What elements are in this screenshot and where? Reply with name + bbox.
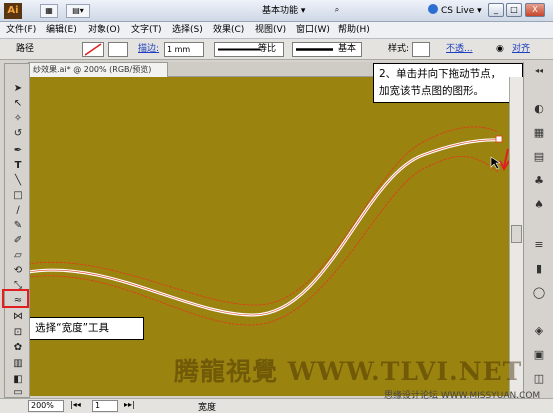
cs-live-icon (428, 4, 438, 14)
stroke-weight-field[interactable]: 1 mm (164, 42, 204, 57)
step2-line1: 2、单击并向下拖动节点， (379, 68, 502, 80)
width-tool-icon[interactable]: ⋈ (11, 310, 25, 323)
rectangle-tool-icon[interactable]: □ (11, 189, 25, 202)
selection-type-label: 路径 (16, 44, 35, 54)
cs-live-menu[interactable]: CS Live ▾ (428, 4, 482, 18)
menu-effect[interactable]: 效果(C) (213, 24, 244, 37)
opacity-link[interactable]: 不透... (446, 43, 473, 56)
tools-panel: ➤ ↖ ✧ ↺ ✒ T ╲ □ ∕ ✎ ✐ ▱ ⟲ ⤡ ≈ ⋈ ⊡ ✿ ▥ ◧ … (4, 63, 30, 398)
step1-callout: 1、选择“宽度”工具 (12, 317, 144, 340)
pencil-tool-icon[interactable]: ✎ (11, 219, 25, 232)
menu-help[interactable]: 帮助(H) (338, 24, 370, 37)
gradient-panel-icon[interactable]: ▮ (532, 262, 546, 276)
anchor-point (495, 135, 503, 143)
width-outline-path (28, 126, 499, 326)
swatches-panel-icon[interactable]: ▤ (532, 150, 546, 164)
step2-line2: 加宽该节点图的图形。 (379, 85, 484, 97)
cs-live-label: CS Live ▾ (441, 6, 482, 16)
brush-label: 基本 (338, 44, 357, 54)
zoom-field[interactable]: 200% (28, 400, 64, 412)
blob-brush-tool-icon[interactable]: ✐ (11, 234, 25, 247)
profile-label: 等比 (258, 44, 277, 54)
type-tool-icon[interactable]: T (11, 159, 25, 172)
menu-type[interactable]: 文字(T) (131, 24, 162, 37)
brushes-panel-icon[interactable]: ♣ (532, 174, 546, 188)
recolor-icon[interactable]: ◉ (496, 43, 504, 56)
pen-tool-icon[interactable]: ✒ (11, 144, 25, 157)
stroke-panel-icon[interactable]: ≡ (532, 238, 546, 252)
document-tab[interactable]: 纱效果.ai* @ 200% (RGB/预览) (28, 62, 168, 77)
app-logo: Ai (4, 3, 22, 19)
menu-edit[interactable]: 编辑(E) (46, 24, 77, 37)
control-bar: 路径 描边: 1 mm 等比 基本 样式: 不透... ◉ 对齐 (0, 39, 553, 60)
lasso-tool-icon[interactable]: ↺ (11, 127, 25, 140)
page-field[interactable]: 1 (92, 400, 118, 412)
collapsed-panels: ◂◂ ◐ ▦ ▤ ♣ ♠ ≡ ▮ ◯ ◈ ▣ ◫ (523, 62, 553, 398)
first-page-icon[interactable]: |◂◂ (70, 400, 81, 409)
artboard-canvas[interactable] (28, 77, 509, 396)
title-bar: Ai ▦ ▤▾ 基本功能 ▾ ⌕ CS Live ▾ _ □ X (0, 0, 553, 22)
minimize-button[interactable]: _ (488, 3, 504, 17)
maximize-button[interactable]: □ (506, 3, 522, 17)
align-link[interactable]: 对齐 (512, 43, 530, 56)
width-tool-highlight (2, 289, 29, 308)
menu-object[interactable]: 对象(O) (88, 24, 120, 37)
color-panel-icon[interactable]: ◐ (532, 102, 546, 116)
color-guide-icon[interactable]: ▦ (532, 126, 546, 140)
current-tool-label: 宽度 (198, 403, 217, 413)
menu-file[interactable]: 文件(F) (6, 24, 36, 37)
rotate-tool-icon[interactable]: ⟲ (11, 264, 25, 277)
menu-select[interactable]: 选择(S) (172, 24, 203, 37)
watermark-missyuan: 思缘设计论坛 WWW.MISSYUAN.COM (384, 391, 541, 401)
fill-stroke-icon[interactable]: ◧ (11, 373, 25, 386)
watermark-tlvi: 腾龍視覺 WWW.TLVI.NET (174, 357, 523, 386)
magic-wand-tool-icon[interactable]: ✧ (11, 112, 25, 125)
vertical-scroll-thumb[interactable] (511, 225, 522, 243)
graph-tool-icon[interactable]: ▥ (11, 357, 25, 370)
graphic-style-swatch[interactable] (412, 42, 430, 57)
bridge-icon[interactable]: ▦ (40, 4, 58, 18)
width-tool-cursor (490, 156, 501, 170)
transparency-panel-icon[interactable]: ◯ (532, 286, 546, 300)
step2-callout: 2、单击并向下拖动节点， 加宽该节点图的图形。 (373, 63, 523, 103)
search-icon[interactable]: ⌕ (330, 4, 344, 18)
stroke-panel-link[interactable]: 描边: (138, 43, 159, 56)
selection-tool-icon[interactable]: ➤ (11, 82, 25, 95)
style-label: 样式: (388, 44, 410, 54)
free-transform-tool-icon[interactable]: ⊡ (11, 326, 25, 339)
menu-window[interactable]: 窗口(W) (296, 24, 330, 37)
arrange-documents-icon[interactable]: ▤▾ (66, 4, 90, 18)
eraser-tool-icon[interactable]: ▱ (11, 249, 25, 262)
layers-panel-icon[interactable]: ◫ (532, 372, 546, 386)
menu-bar: 文件(F) 编辑(E) 对象(O) 文字(T) 选择(S) 效果(C) 视图(V… (0, 22, 553, 39)
appearance-panel-icon[interactable]: ◈ (532, 324, 546, 338)
menu-view[interactable]: 视图(V) (255, 24, 286, 37)
line-tool-icon[interactable]: ╲ (11, 174, 25, 187)
vertical-scrollbar[interactable] (509, 77, 523, 396)
workspace-switcher[interactable]: 基本功能 ▾ (262, 4, 305, 18)
symbols-panel-icon[interactable]: ♠ (532, 198, 546, 212)
graphic-styles-panel-icon[interactable]: ▣ (532, 348, 546, 362)
collapse-panels-icon[interactable]: ◂◂ (532, 64, 546, 78)
next-page-icon[interactable]: ▸▸| (124, 400, 135, 409)
paintbrush-tool-icon[interactable]: ∕ (11, 204, 25, 217)
drag-arrow (499, 148, 509, 172)
symbol-sprayer-tool-icon[interactable]: ✿ (11, 341, 25, 354)
stroke-swatch[interactable] (108, 42, 128, 57)
artwork (28, 126, 509, 326)
fill-swatch[interactable] (82, 42, 104, 57)
direct-selection-tool-icon[interactable]: ↖ (11, 97, 25, 110)
close-button[interactable]: X (525, 3, 545, 17)
